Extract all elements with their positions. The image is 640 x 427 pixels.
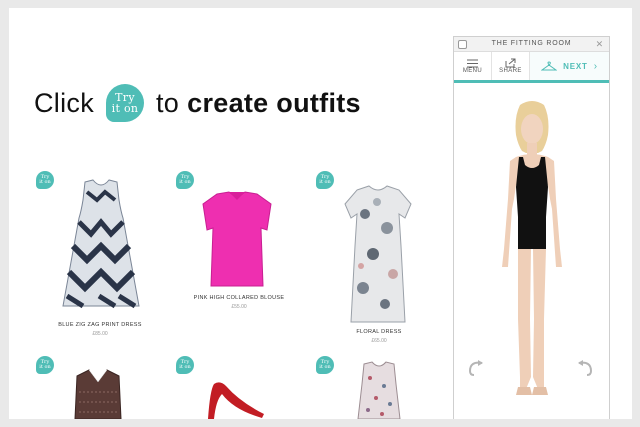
panel-title-bar: THE FITTING ROOM ✕ — [454, 37, 609, 52]
try-it-on-button[interactable]: Try it on — [36, 356, 54, 374]
product-name[interactable]: PINK HIGH COLLARED BLOUSE — [179, 295, 299, 301]
fitting-room-model — [502, 101, 562, 395]
product-image-floral-dress[interactable] — [343, 184, 413, 326]
product-image-red-heels[interactable] — [204, 380, 266, 419]
try-it-on-badge-large: Try it on — [106, 84, 144, 122]
product-image-pink-blouse[interactable] — [201, 190, 273, 290]
badge-line2: it on — [111, 102, 139, 115]
share-label: SHARE — [499, 68, 522, 74]
headline: Click Try it on to create outfits — [34, 78, 361, 128]
headline-create-outfits: create outfits — [187, 87, 361, 118]
menu-button[interactable]: MENU — [454, 52, 492, 80]
product-image-lace-top[interactable] — [71, 368, 125, 419]
product-price: £65.00 — [371, 338, 387, 344]
menu-label: MENU — [462, 67, 483, 74]
close-icon[interactable]: ✕ — [596, 37, 604, 51]
product-image-print-dress[interactable] — [354, 360, 404, 419]
try-it-on-button[interactable]: Try it on — [176, 171, 194, 189]
panel-title: THE FITTING ROOM — [491, 40, 572, 47]
try-it-on-button[interactable]: Try it on — [316, 356, 334, 374]
fitting-room-panel: THE FITTING ROOM ✕ MENU SHARE NEXT › — [453, 36, 610, 419]
rotate-right-icon[interactable] — [575, 359, 595, 382]
share-button[interactable]: SHARE — [492, 52, 530, 80]
minimize-icon[interactable] — [458, 40, 467, 49]
product-image-zigzag-dress[interactable] — [59, 178, 143, 312]
page-canvas: Click Try it on to create outfits Try it … — [9, 8, 632, 419]
chevron-right-icon: › — [593, 60, 598, 72]
product-name[interactable]: FLORAL DRESS — [319, 329, 439, 335]
try-it-on-button[interactable]: Try it on — [36, 171, 54, 189]
headline-to: to — [156, 87, 180, 118]
menu-icon — [467, 59, 478, 67]
try-it-on-button[interactable]: Try it on — [176, 356, 194, 374]
next-label: NEXT — [563, 61, 588, 71]
rotate-left-icon[interactable] — [466, 359, 486, 382]
headline-click: Click — [34, 87, 94, 118]
hanger-icon — [541, 61, 558, 71]
try-it-on-button[interactable]: Try it on — [316, 171, 334, 189]
product-name[interactable]: BLUE ZIG ZAG PRINT DRESS — [40, 322, 160, 328]
product-price: £85.00 — [92, 331, 108, 337]
fitting-room-toolbar: MENU SHARE NEXT › — [454, 52, 609, 83]
next-button[interactable]: NEXT › — [530, 52, 609, 80]
share-icon — [505, 58, 516, 68]
product-price: £55.00 — [231, 304, 247, 310]
